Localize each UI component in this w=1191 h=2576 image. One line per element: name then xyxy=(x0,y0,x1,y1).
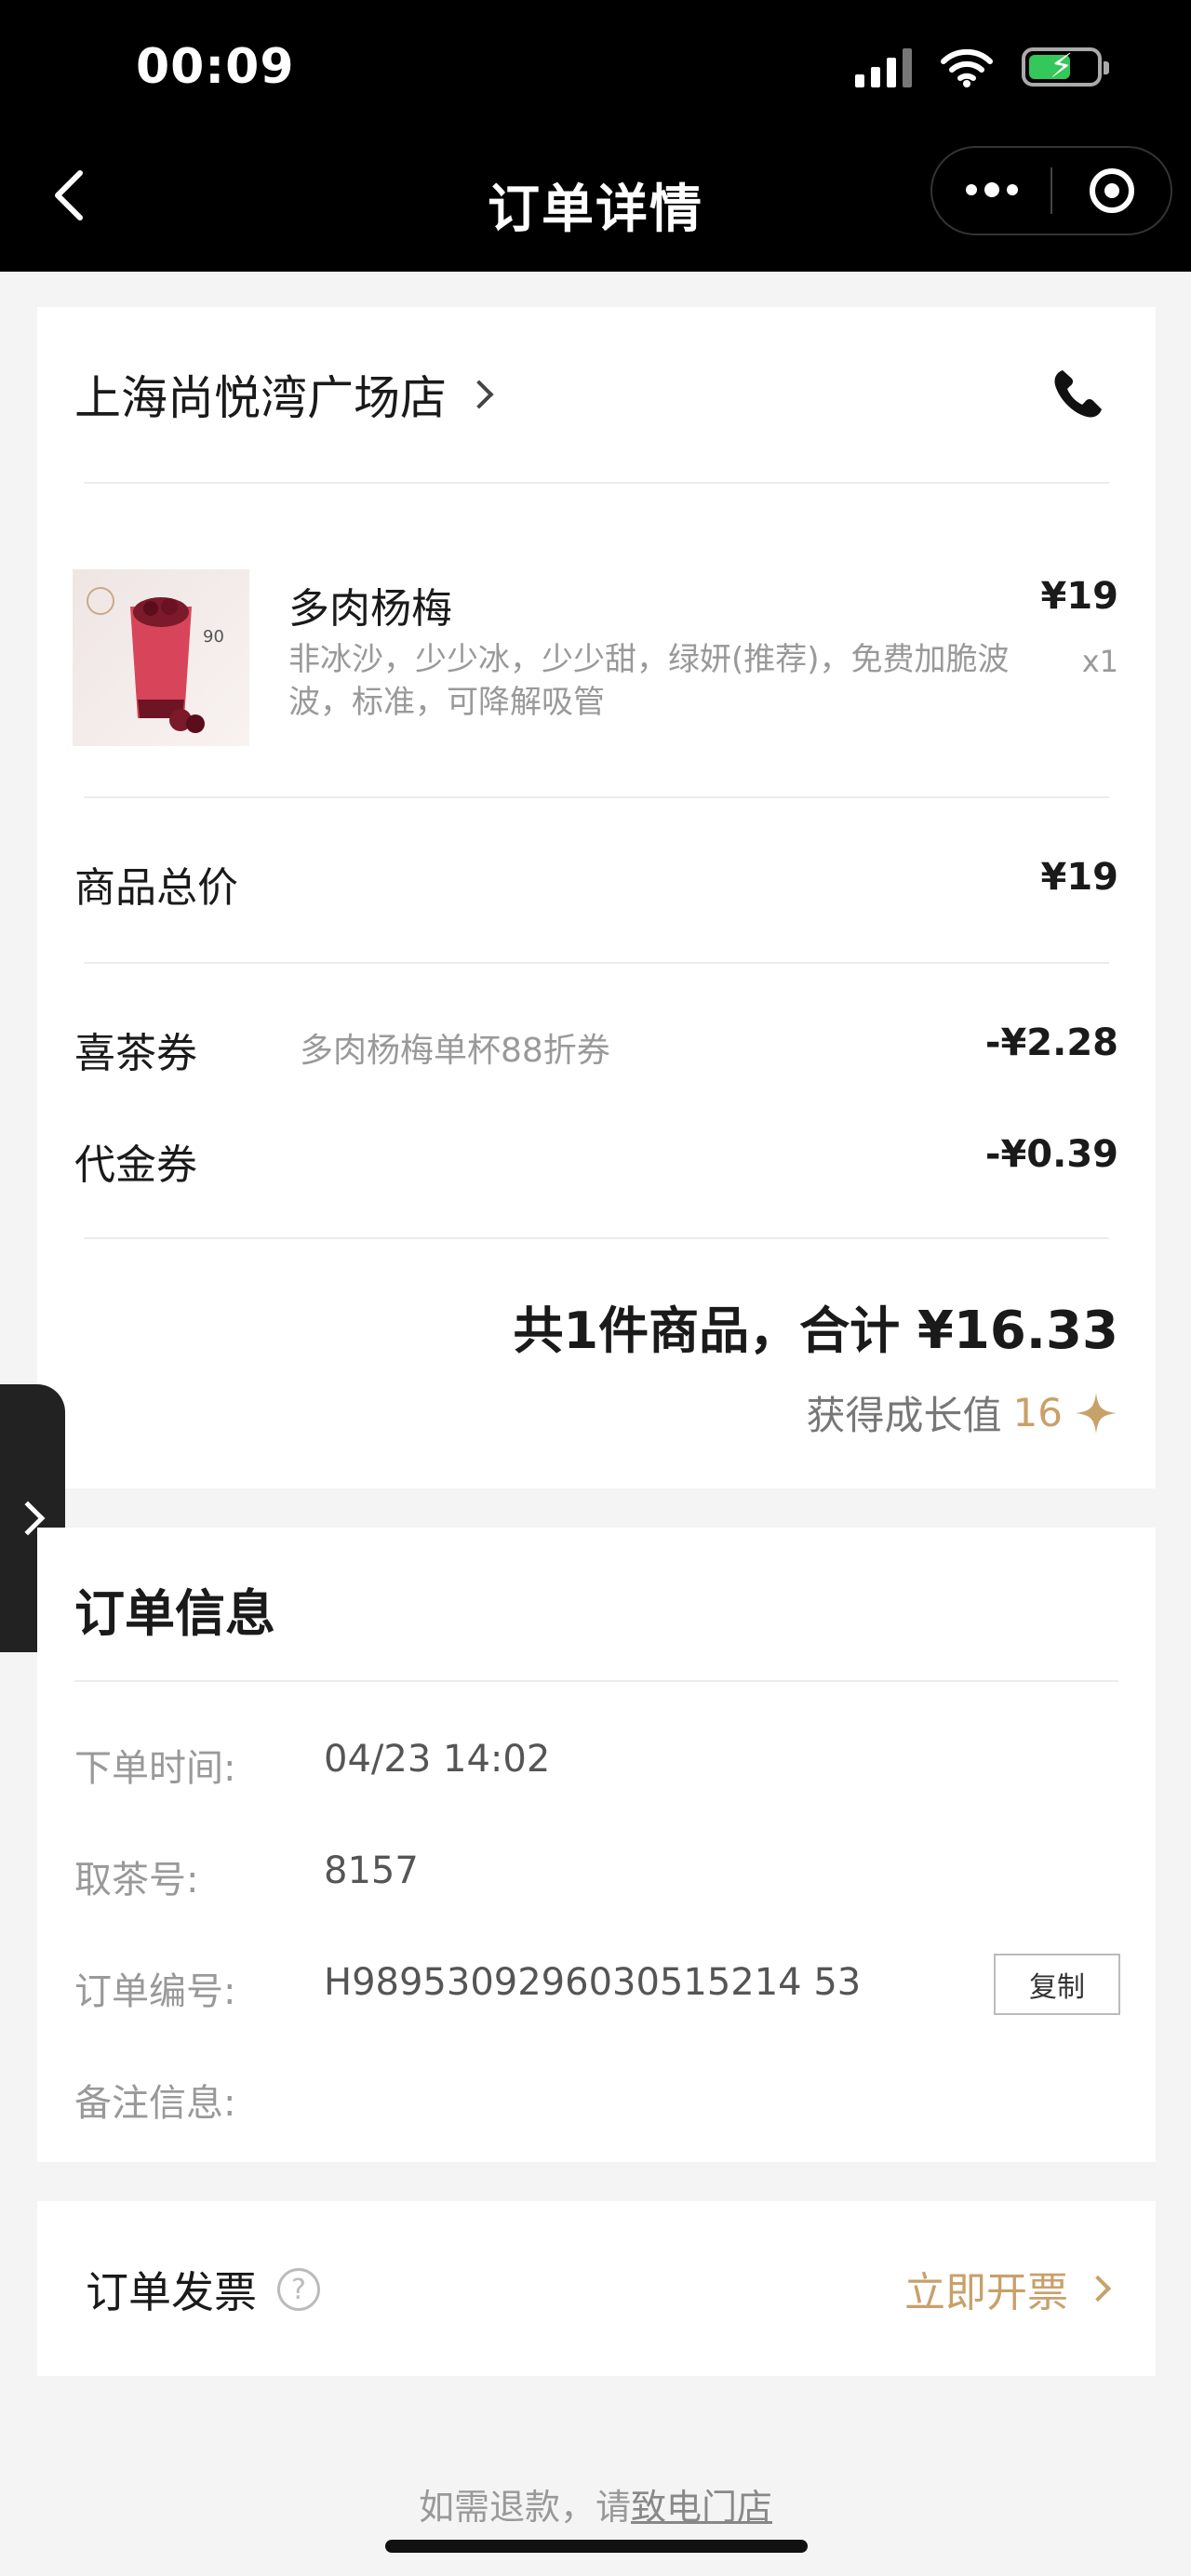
product-price: ¥19 xyxy=(1040,575,1119,618)
signal-icon xyxy=(855,47,912,87)
invoice-title: 订单发票 ? xyxy=(86,2259,320,2320)
order-summary-card: 上海尚悦湾广场店 90 多肉杨梅 非冰沙，少少冰，少少甜，绿妍(推荐)，免费加脆… xyxy=(37,307,1156,1488)
phone-icon[interactable] xyxy=(1050,365,1107,422)
product-name: 多肉杨梅 xyxy=(288,585,452,633)
store-link[interactable]: 上海尚悦湾广场店 xyxy=(74,361,494,428)
order-time-value: 04/23 14:02 xyxy=(324,1738,551,1781)
order-total: 共1件商品，合计 ¥16.33 xyxy=(514,1289,1119,1363)
product-image: 90 xyxy=(73,569,249,746)
order-number-label: 订单编号: xyxy=(74,1970,236,2013)
divider xyxy=(84,1237,1109,1239)
status-time: 00:09 xyxy=(136,39,295,95)
order-time-label: 下单时间: xyxy=(74,1747,236,1790)
subtotal-label: 商品总价 xyxy=(74,864,238,912)
product-options: 非冰沙，少少冰，少少甜，绿妍(推荐)，免费加脆波波，标准，可降解吸管 xyxy=(288,641,1010,721)
total-text: 共1件商品，合计 xyxy=(513,1301,901,1360)
growth-points: 获得成长值 16 xyxy=(807,1384,1118,1441)
refund-note-prefix: 如需退款，请 xyxy=(418,2487,631,2528)
growth-label: 获得成长值 xyxy=(806,1393,1002,1438)
coupon-value: -¥2.28 xyxy=(984,1021,1118,1064)
order-info-title: 订单信息 xyxy=(74,1584,275,1643)
issue-invoice-label: 立即开票 xyxy=(904,2269,1068,2316)
invoice-card[interactable]: 订单发票 ? 立即开票 xyxy=(37,2201,1156,2376)
invoice-title-text: 订单发票 xyxy=(86,2267,257,2317)
more-icon xyxy=(965,182,1018,197)
copy-button[interactable]: 复制 xyxy=(994,1954,1120,2015)
order-number-value: H9895309296030515214 53 xyxy=(324,1961,862,2004)
top-bar: 00:09 ⚡ 订单详情 xyxy=(0,0,1191,272)
mini-program-capsule xyxy=(930,146,1172,235)
refund-note: 如需退款，请致电门店 xyxy=(0,2478,1191,2529)
status-icons: ⚡ xyxy=(855,47,1109,87)
help-icon[interactable]: ? xyxy=(277,2268,320,2311)
coupon-description: 多肉杨梅单杯88折券 xyxy=(300,1032,610,1070)
product-image-text: 90 xyxy=(203,627,224,647)
chevron-right-icon xyxy=(1084,2275,1112,2302)
call-store-link[interactable]: 致电门店 xyxy=(631,2487,772,2528)
more-button[interactable] xyxy=(932,148,1050,234)
divider xyxy=(74,1680,1118,1682)
wifi-icon xyxy=(941,48,993,87)
voucher-value: -¥0.39 xyxy=(984,1133,1118,1176)
pickup-number-value: 8157 xyxy=(324,1849,419,1892)
chevron-right-icon xyxy=(464,380,494,409)
close-mini-program-button[interactable] xyxy=(1052,148,1171,234)
battery-icon: ⚡ xyxy=(1022,47,1109,87)
pickup-number-label: 取茶号: xyxy=(74,1859,199,1902)
divider xyxy=(84,796,1109,798)
voucher-label: 代金券 xyxy=(74,1141,197,1189)
coupon-label: 喜茶券 xyxy=(74,1030,197,1077)
sparkle-icon xyxy=(1076,1392,1117,1434)
remark-label: 备注信息: xyxy=(74,2082,236,2125)
target-icon xyxy=(1089,168,1134,213)
total-amount: ¥16.33 xyxy=(917,1301,1118,1361)
home-indicator[interactable] xyxy=(385,2540,808,2553)
store-name: 上海尚悦湾广场店 xyxy=(74,371,447,425)
growth-value: 16 xyxy=(1012,1390,1063,1435)
divider xyxy=(84,482,1109,484)
product-quantity: x1 xyxy=(1081,644,1118,679)
issue-invoice-button[interactable]: 立即开票 xyxy=(904,2259,1112,2318)
divider xyxy=(84,962,1109,964)
order-info-card: 订单信息 下单时间: 04/23 14:02 取茶号: 8157 订单编号: H… xyxy=(37,1528,1156,2162)
subtotal-value: ¥19 xyxy=(1040,856,1119,899)
